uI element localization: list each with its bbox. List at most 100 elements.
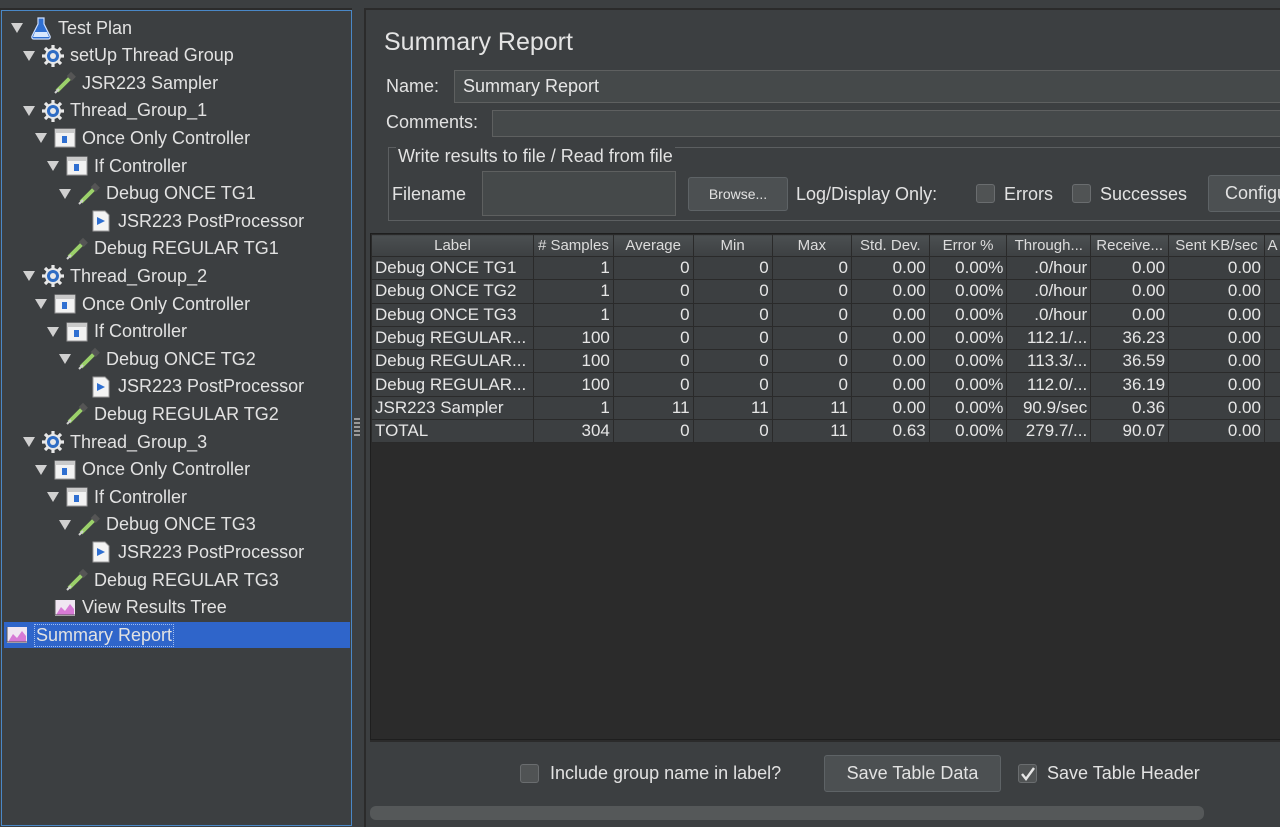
tree-item-label: setUp Thread Group <box>70 45 234 66</box>
table-cell: 0 <box>692 419 773 444</box>
browse-button[interactable]: Browse... <box>688 177 788 211</box>
table-row[interactable]: TOTAL 304 0 0 11 0.63 0.00% 279.7/... 90.07 0.00 <box>371 419 1280 444</box>
table-row[interactable]: Debug REGULAR... 100 0 0 0 0.00 0.00% 113.3/...… <box>371 349 1280 374</box>
tree-item[interactable]: Debug ONCE TG1 <box>58 181 256 207</box>
table-row[interactable]: Debug REGULAR... 100 0 0 0 0.00 0.00% 112.1/...… <box>371 325 1280 351</box>
table-row[interactable]: JSR223 Sampler 1 11 11 11 0.00 0.00% 90.9/sec 0.… <box>371 395 1280 421</box>
column-header[interactable]: Std. Dev. <box>850 234 930 257</box>
table-cell: 1 <box>532 255 614 281</box>
column-header[interactable]: Label <box>371 234 534 257</box>
test-plan-tree[interactable]: Test Plan setUp Thread Group JSR223 Sample… <box>1 10 352 826</box>
table-cell <box>1263 349 1280 374</box>
tree-item[interactable]: Thread_Group_3 <box>22 429 207 455</box>
column-header[interactable]: Max <box>771 234 852 257</box>
tree-item[interactable]: Thread_Group_2 <box>22 263 207 289</box>
column-header[interactable]: Through... <box>1006 234 1092 257</box>
table-row[interactable]: Debug ONCE TG2 1 0 0 0 0.00 0.00% .0/hour 0.00 0.… <box>371 279 1280 304</box>
controller-icon <box>52 292 78 316</box>
table-cell: 100 <box>532 349 614 374</box>
expand-arrow-icon[interactable] <box>34 463 48 477</box>
tree-item[interactable]: Debug REGULAR TG3 <box>64 567 279 593</box>
expand-arrow-icon[interactable] <box>22 269 36 283</box>
table-cell: 113.3/... <box>1006 349 1092 374</box>
filename-input[interactable] <box>482 171 676 216</box>
table-cell: 0.00% <box>928 255 1008 281</box>
table-cell: 100 <box>532 325 614 351</box>
table-cell: 0 <box>692 302 773 327</box>
expand-arrow-icon[interactable] <box>34 131 48 145</box>
tree-item[interactable]: setUp Thread Group <box>22 43 234 69</box>
expand-arrow-icon[interactable] <box>46 325 60 339</box>
expand-arrow-icon[interactable] <box>10 21 24 35</box>
expand-arrow-icon[interactable] <box>46 159 60 173</box>
errors-checkbox[interactable] <box>976 184 995 203</box>
tree-item[interactable]: JSR223 PostProcessor <box>88 208 304 234</box>
name-input[interactable]: Summary Report <box>454 70 1280 103</box>
tree-item[interactable]: Once Only Controller <box>34 457 250 483</box>
tree-item[interactable]: JSR223 PostProcessor <box>88 374 304 400</box>
tree-item[interactable]: Debug REGULAR TG1 <box>64 236 279 262</box>
tree-item[interactable]: Once Only Controller <box>34 291 250 317</box>
tree-item[interactable]: View Results Tree <box>52 595 227 621</box>
expand-arrow-icon[interactable] <box>22 435 36 449</box>
expand-arrow-icon[interactable] <box>22 104 36 118</box>
table-cell: 0 <box>612 349 694 374</box>
column-header[interactable]: Sent KB/sec <box>1168 234 1265 257</box>
summary-table-area: Label # Samples Average Min Max Std. Dev. Erro… <box>370 233 1280 740</box>
tree-item[interactable]: Debug ONCE TG2 <box>58 346 256 372</box>
pipette-icon <box>64 568 90 592</box>
tree-item[interactable]: Thread_Group_1 <box>22 98 207 124</box>
table-row[interactable]: Debug ONCE TG1 1 0 0 0 0.00 0.00% .0/hour 0.00 0.… <box>371 255 1280 281</box>
tree-item[interactable]: JSR223 Sampler <box>52 70 218 96</box>
table-cell: 0 <box>612 419 694 444</box>
split-pane-divider[interactable] <box>352 0 364 827</box>
table-row[interactable]: Debug REGULAR... 100 0 0 0 0.00 0.00% 112.0/...… <box>371 372 1280 397</box>
save-table-header-checkbox[interactable] <box>1018 764 1037 783</box>
column-header[interactable]: Average <box>612 234 694 257</box>
tree-item[interactable]: JSR223 PostProcessor <box>88 539 304 565</box>
configure-button[interactable]: Configure <box>1208 175 1280 212</box>
table-cell: 0 <box>771 372 852 397</box>
tree-item[interactable]: If Controller <box>46 484 187 510</box>
include-group-name-checkbox[interactable] <box>520 764 539 783</box>
table-cell: Debug ONCE TG1 <box>371 255 534 281</box>
table-cell: 0 <box>692 279 773 304</box>
tree-item[interactable]: Once Only Controller <box>34 125 250 151</box>
tree-item[interactable]: If Controller <box>46 319 187 345</box>
tree-item[interactable]: Summary Report <box>4 622 350 649</box>
column-header[interactable]: Error % <box>928 234 1008 257</box>
listener-icon <box>4 623 30 647</box>
tree-item-label: Thread_Group_2 <box>70 265 208 286</box>
tree-item[interactable]: If Controller <box>46 153 187 179</box>
successes-checkbox[interactable] <box>1072 184 1091 203</box>
table-cell: 0 <box>612 255 694 281</box>
expand-arrow-icon[interactable] <box>58 187 72 201</box>
comments-input[interactable] <box>492 110 1280 137</box>
expand-arrow-icon[interactable] <box>46 490 60 504</box>
column-header[interactable]: # Samples <box>532 234 614 257</box>
save-table-data-button[interactable]: Save Table Data <box>824 755 1001 792</box>
controller-icon <box>52 126 78 150</box>
tree-item[interactable]: Debug ONCE TG3 <box>58 512 256 538</box>
tree-item-label: JSR223 Sampler <box>82 72 219 93</box>
table-cell: 0.00% <box>928 419 1008 444</box>
divider-grip[interactable] <box>354 418 360 438</box>
gear-icon <box>40 44 66 68</box>
tree-item[interactable]: Test Plan <box>10 15 132 41</box>
horizontal-scrollbar[interactable] <box>370 806 1204 820</box>
column-header[interactable]: A <box>1263 234 1280 257</box>
table-cell: 0.00 <box>850 395 930 421</box>
expand-arrow-icon[interactable] <box>34 297 48 311</box>
table-bottom-separator <box>370 740 1280 742</box>
tree-item[interactable]: Debug REGULAR TG2 <box>64 401 279 427</box>
column-header[interactable]: Min <box>692 234 773 257</box>
table-cell: 0.00 <box>1168 302 1265 327</box>
table-row[interactable]: Debug ONCE TG3 1 0 0 0 0.00 0.00% .0/hour 0.00 0.… <box>371 302 1280 327</box>
expand-arrow-icon[interactable] <box>22 49 36 63</box>
table-cell: 112.0/... <box>1006 372 1092 397</box>
expand-arrow-icon[interactable] <box>58 352 72 366</box>
tree-item-label: If Controller <box>94 321 188 342</box>
table-cell: 0.00 <box>1168 255 1265 281</box>
expand-arrow-icon[interactable] <box>58 518 72 532</box>
column-header[interactable]: Receive... <box>1090 234 1170 257</box>
